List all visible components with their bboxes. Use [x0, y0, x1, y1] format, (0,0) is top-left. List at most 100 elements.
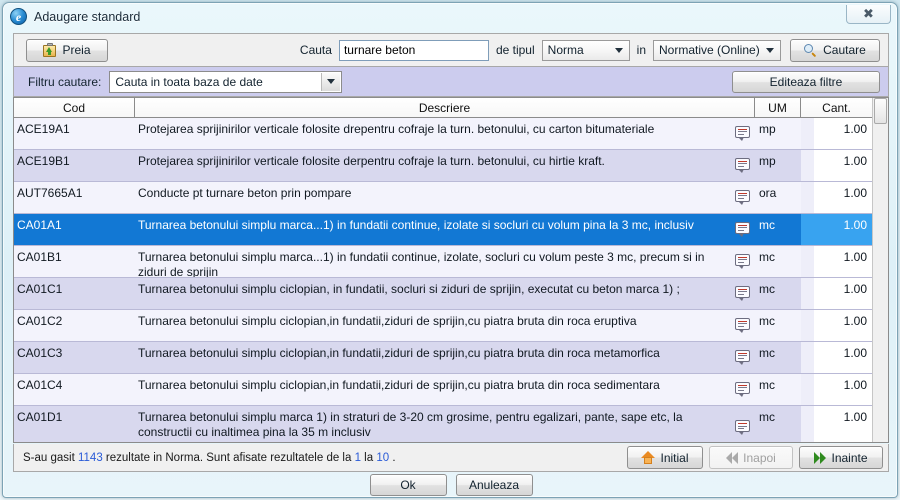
anuleaza-button[interactable]: Anuleaza	[455, 473, 533, 496]
inapoi-button[interactable]: Inapoi	[709, 446, 793, 469]
column-header-cant[interactable]: Cant.	[801, 98, 873, 117]
double-arrow-left-icon	[726, 451, 739, 464]
cell-um: mc	[755, 406, 801, 442]
note-icon[interactable]	[735, 285, 750, 301]
chevron-down-icon	[614, 48, 623, 53]
note-icon[interactable]	[735, 381, 750, 397]
cell-um: mc	[755, 214, 801, 245]
cell-descriere-text: Turnarea betonului simplu marca...1) in …	[138, 250, 705, 277]
cell-cant: 1.00	[801, 310, 873, 341]
table-body: ACE19A1 Protejarea sprijinirilor vertical…	[14, 118, 873, 442]
cell-cod: CA01D1	[17, 410, 63, 424]
cell-descriere: Turnarea betonului simplu marca 1) in st…	[135, 406, 755, 442]
de-tipul-label: de tipul	[495, 43, 535, 57]
table-row[interactable]: CA01C4 Turnarea betonului simplu ciclopia…	[14, 374, 873, 406]
tip-dropdown[interactable]: Norma	[541, 39, 630, 61]
table-row[interactable]: AUT7665A1 Conducte pt turnare beton prin …	[14, 182, 873, 214]
cell-cant: 1.00	[801, 150, 873, 181]
results-grid: Cod Descriere UM Cant. ACE19A1 Protejarea…	[14, 98, 873, 442]
note-icon[interactable]	[735, 420, 750, 435]
table-row[interactable]: CA01C1 Turnarea betonului simplu ciclopia…	[14, 278, 873, 310]
ok-button-label: Ok	[400, 477, 416, 492]
cautare-button-label: Cautare	[823, 43, 866, 57]
initial-button-label: Initial	[660, 450, 689, 465]
preia-button[interactable]: Preia	[26, 38, 108, 62]
cell-um: mc	[755, 278, 801, 309]
cell-um: mc	[759, 378, 775, 392]
cell-cant: 1.00	[801, 246, 873, 277]
column-header-descriere[interactable]: Descriere	[135, 98, 755, 117]
initial-button[interactable]: Initial	[627, 446, 703, 469]
status-bar: S-au gasit 1143 rezultate in Norma. Sunt…	[13, 444, 889, 472]
table-row[interactable]: CA01A1 Turnarea betonului simplu marca...…	[14, 214, 873, 246]
note-icon[interactable]	[735, 221, 750, 237]
table-row[interactable]: CA01B1 Turnarea betonului simplu marca...…	[14, 246, 873, 278]
cell-descriere: Turnarea betonului simplu marca...1) in …	[135, 214, 755, 245]
table-row[interactable]: ACE19A1 Protejarea sprijinirilor vertical…	[14, 118, 873, 150]
search-toolbar: Preia Cauta de tipul Norma in Normative …	[13, 33, 889, 66]
cell-descriere-text: Conducte pt turnare beton prin pompare	[138, 186, 352, 200]
cell-descriere: Turnarea betonului simplu ciclopian,in f…	[135, 374, 755, 405]
in-label: in	[636, 43, 646, 57]
search-icon	[804, 43, 817, 57]
note-icon[interactable]	[735, 157, 750, 173]
cell-cod: CA01C3	[17, 346, 63, 360]
close-icon: ✖	[863, 6, 874, 22]
sursa-dropdown-value: Normative (Online)	[659, 43, 760, 57]
cell-descriere-text: Protejarea sprijinirilor verticale folos…	[138, 122, 655, 136]
chevron-down-icon	[321, 72, 341, 91]
cell-descriere-text: Turnarea betonului simplu ciclopian, in …	[138, 282, 680, 296]
cell-descriere: Turnarea betonului simplu ciclopian,in f…	[135, 342, 755, 373]
double-arrow-right-icon	[814, 451, 827, 464]
preia-button-label: Preia	[62, 43, 91, 57]
note-icon[interactable]	[735, 349, 750, 365]
column-header-um[interactable]: UM	[755, 98, 801, 117]
pagination-group: Initial Inapoi Inainte	[621, 446, 883, 469]
cell-descriere-text: Protejarea sprijinirilor verticale folos…	[138, 154, 605, 168]
cell-cant: 1.00	[801, 214, 873, 245]
cell-cant: 1.00	[801, 118, 873, 149]
cell-descriere: Turnarea betonului simplu ciclopian,in f…	[135, 310, 755, 341]
results-table: Cod Descriere UM Cant. ACE19A1 Protejarea…	[13, 97, 889, 443]
cell-um: mp	[755, 150, 801, 181]
inainte-button[interactable]: Inainte	[799, 446, 883, 469]
column-header-cod[interactable]: Cod	[14, 98, 135, 117]
cell-descriere-text: Turnarea betonului simplu ciclopian,in f…	[138, 378, 660, 392]
status-text: S-au gasit 1143 rezultate in Norma. Sunt…	[23, 452, 396, 464]
sursa-dropdown[interactable]: Normative (Online)	[653, 39, 781, 61]
table-row[interactable]: CA01C2 Turnarea betonului simplu ciclopia…	[14, 310, 873, 342]
cell-um: mc	[755, 342, 801, 373]
cell-descriere-text: Turnarea betonului simplu ciclopian,in f…	[138, 346, 660, 360]
cell-cod: CA01C1	[17, 282, 63, 296]
cell-cant: 1.00	[801, 342, 873, 373]
dialog-footer: Ok Anuleaza	[13, 472, 889, 497]
table-row[interactable]: CA01C3 Turnarea betonului simplu ciclopia…	[14, 342, 873, 374]
vertical-scrollbar[interactable]	[872, 98, 888, 442]
chevron-down-icon	[766, 48, 774, 53]
cell-descriere: Protejarea sprijinirilor verticale folos…	[135, 118, 755, 149]
close-button[interactable]: ✖	[846, 5, 891, 24]
table-row[interactable]: ACE19B1 Protejarea sprijinirilor vertical…	[14, 150, 873, 182]
ok-button[interactable]: Ok	[369, 473, 447, 496]
cell-descriere: Protejarea sprijinirilor verticale folos…	[135, 150, 755, 181]
filtru-cautare-dropdown[interactable]: Cauta in toata baza de date	[109, 70, 343, 93]
table-row[interactable]: CA01D1 Turnarea betonului simplu marca 1)…	[14, 406, 873, 442]
note-icon[interactable]	[735, 125, 750, 141]
scrollbar-thumb[interactable]	[874, 98, 887, 124]
status-prefix: S-au gasit	[23, 451, 78, 464]
inapoi-button-label: Inapoi	[743, 450, 776, 465]
editeaza-filtre-button[interactable]: Editeaza filtre	[732, 70, 880, 93]
editeaza-filtre-label: Editeaza filtre	[769, 74, 843, 89]
filtru-cautare-label: Filtru cautare:	[28, 74, 102, 89]
cell-cant: 1.00	[801, 406, 873, 442]
cell-cod: ACE19B1	[17, 154, 70, 168]
app-icon: e	[10, 8, 27, 25]
search-input[interactable]	[338, 39, 489, 61]
cell-descriere: Turnarea betonului simplu ciclopian, in …	[135, 278, 755, 309]
cell-descriere-text: Turnarea betonului simplu marca...1) in …	[138, 218, 694, 232]
note-icon[interactable]	[735, 253, 750, 269]
cautare-button[interactable]: Cautare	[790, 38, 880, 62]
cell-descriere: Conducte pt turnare beton prin pompare	[135, 182, 755, 213]
note-icon[interactable]	[735, 189, 750, 205]
note-icon[interactable]	[735, 317, 750, 333]
